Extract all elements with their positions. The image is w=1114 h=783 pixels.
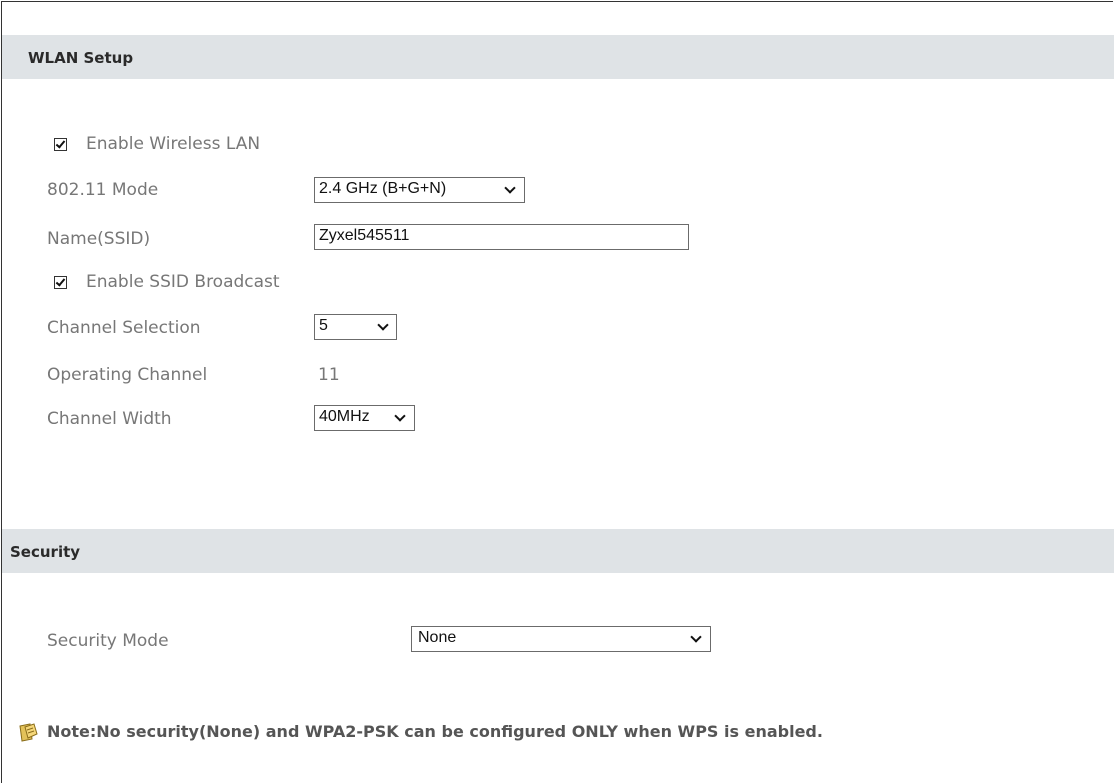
ssid-label: Name(SSID): [47, 229, 151, 249]
chevron-down-icon: [377, 319, 389, 331]
note-pencil-icon: [19, 723, 38, 742]
channel-width-label: Channel Width: [47, 409, 172, 429]
wps-note: Note:No security(None) and WPA2-PSK can …: [47, 722, 823, 741]
enable-wireless-label: Enable Wireless LAN: [86, 134, 261, 154]
mode-select[interactable]: 2.4 GHz (B+G+N): [314, 177, 525, 203]
operating-channel-value: 11: [318, 365, 340, 385]
channel-width-select[interactable]: 40MHz: [314, 405, 415, 431]
wlan-setup-title: WLAN Setup: [28, 49, 134, 67]
chevron-down-icon: [690, 631, 702, 643]
security-header: Security: [2, 529, 1114, 573]
security-title: Security: [10, 543, 81, 561]
wlan-setup-header: WLAN Setup: [2, 35, 1114, 79]
enable-ssid-broadcast-label: Enable SSID Broadcast: [86, 272, 280, 292]
page-frame: [1, 1, 1113, 783]
channel-selection-value: 5: [319, 317, 328, 334]
channel-selection-select[interactable]: 5: [314, 314, 397, 340]
ssid-input[interactable]: Zyxel545511: [314, 224, 689, 250]
enable-ssid-broadcast-checkbox[interactable]: [54, 276, 67, 289]
operating-channel-label: Operating Channel: [47, 365, 208, 385]
chevron-down-icon: [504, 182, 516, 194]
security-mode-select[interactable]: None: [411, 626, 711, 652]
security-mode-label: Security Mode: [47, 631, 169, 651]
enable-wireless-checkbox[interactable]: [54, 138, 67, 151]
channel-selection-label: Channel Selection: [47, 318, 201, 338]
security-mode-value: None: [418, 629, 457, 646]
mode-label: 802.11 Mode: [47, 180, 159, 200]
channel-width-value: 40MHz: [319, 408, 370, 425]
ssid-input-value: Zyxel545511: [319, 227, 410, 244]
mode-select-value: 2.4 GHz (B+G+N): [319, 180, 447, 197]
chevron-down-icon: [394, 410, 406, 422]
